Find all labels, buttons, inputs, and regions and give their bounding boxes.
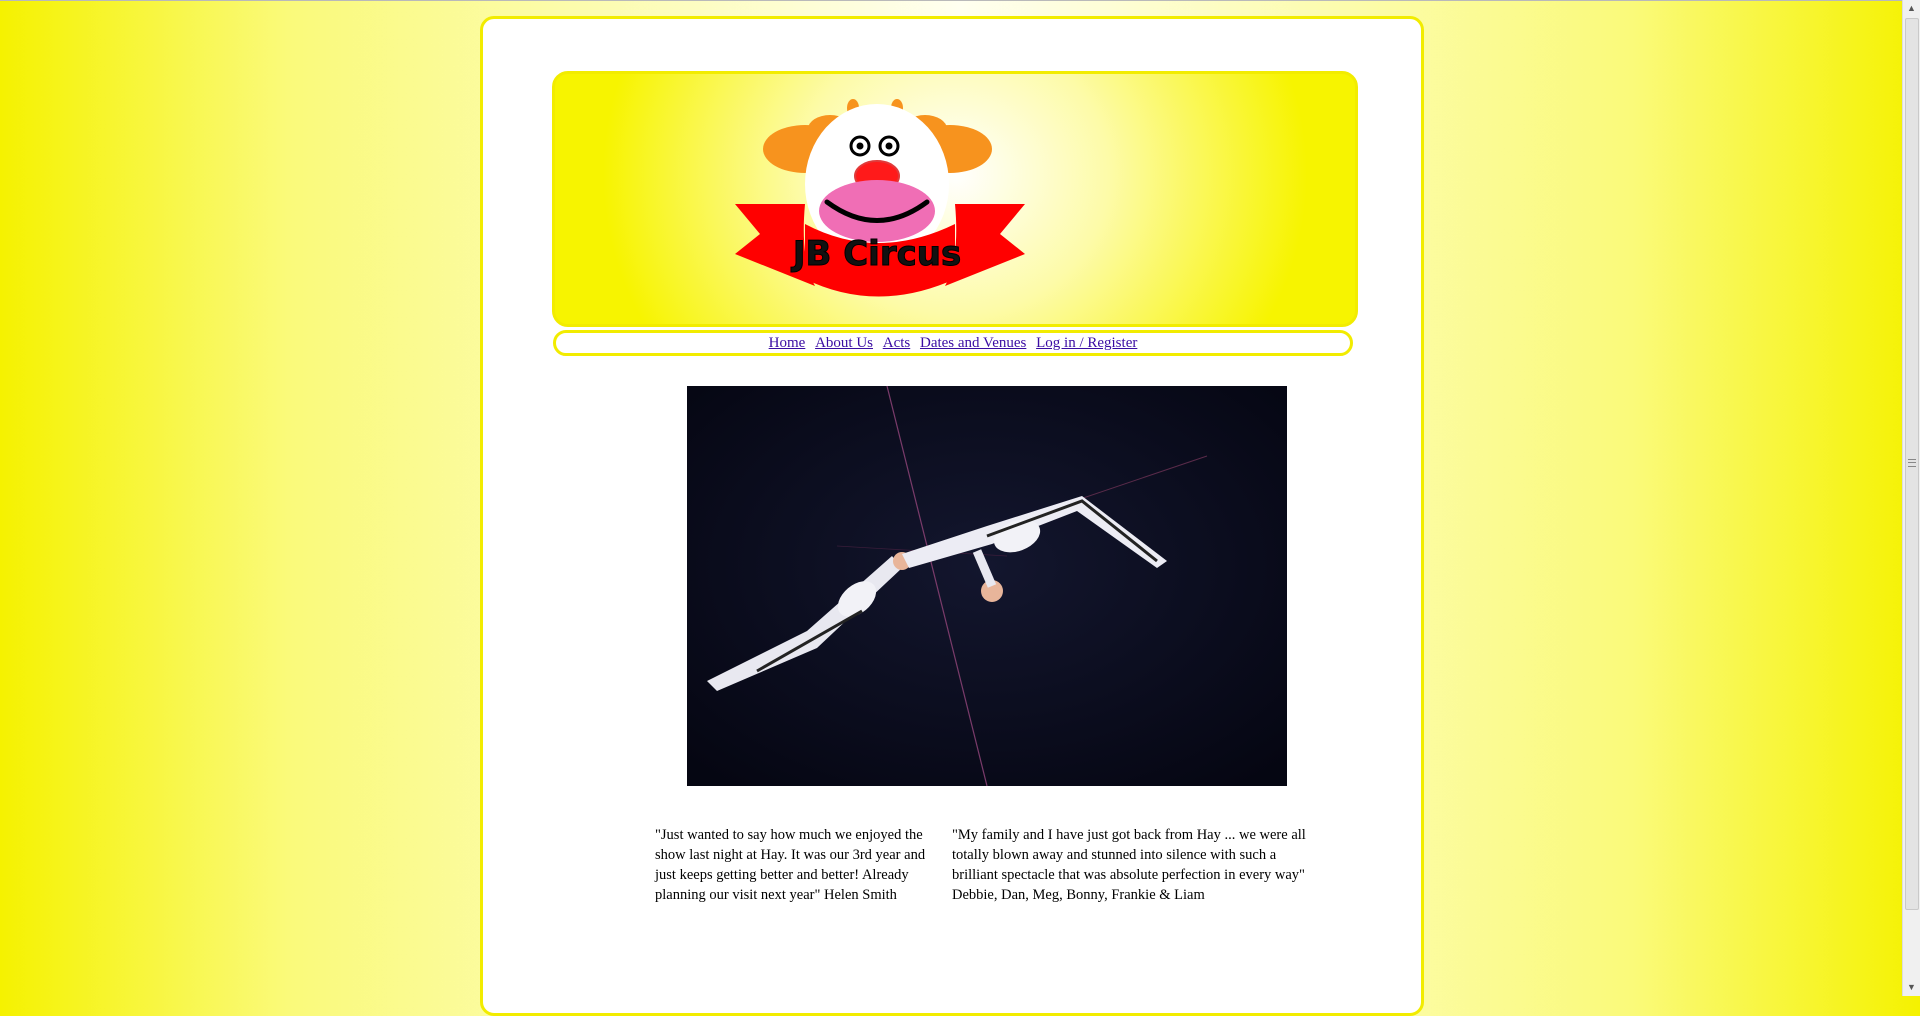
testimonial-helen-smith: "Just wanted to say how much we enjoyed … xyxy=(655,827,926,903)
page-container: JB Circus Home About Us Acts Dates and V… xyxy=(480,16,1424,1016)
trapeze-photo xyxy=(687,386,1287,786)
logo-text: JB Circus xyxy=(791,234,961,274)
scroll-down-arrow-icon[interactable]: ▼ xyxy=(1903,979,1920,996)
vertical-scrollbar[interactable]: ▲ ▼ xyxy=(1902,0,1920,996)
nav-login-register[interactable]: Log in / Register xyxy=(1036,335,1137,351)
scroll-up-arrow-icon[interactable]: ▲ xyxy=(1903,0,1920,17)
main-nav: Home About Us Acts Dates and Venues Log … xyxy=(553,330,1353,356)
nav-about-us[interactable]: About Us xyxy=(815,335,873,351)
testimonial-debbie-family: "My family and I have just got back from… xyxy=(952,827,1306,903)
scrollbar-thumb[interactable] xyxy=(1905,18,1919,910)
header-banner: JB Circus xyxy=(552,71,1358,327)
nav-dates-and-venues[interactable]: Dates and Venues xyxy=(920,335,1026,351)
nav-acts[interactable]: Acts xyxy=(883,335,911,351)
clown-logo[interactable]: JB Circus xyxy=(555,74,1355,324)
browser-top-border xyxy=(0,0,1902,1)
nav-home[interactable]: Home xyxy=(769,335,806,351)
scrollbar-grip-icon xyxy=(1908,459,1916,467)
